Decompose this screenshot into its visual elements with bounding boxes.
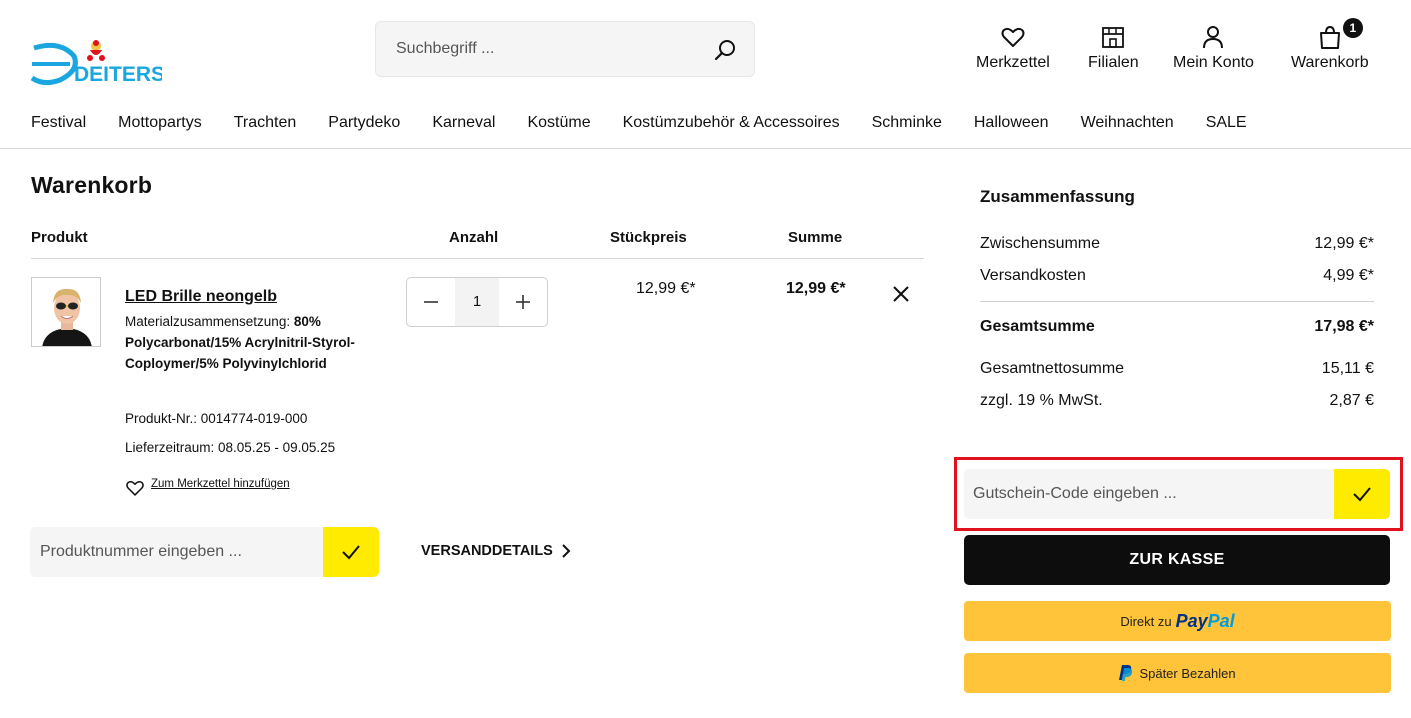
- deiters-logo[interactable]: DEITERS: [30, 38, 165, 86]
- total-label: Gesamtsumme: [980, 318, 1095, 335]
- account-header-link[interactable]: Mein Konto: [1173, 24, 1254, 72]
- shipping-cost-value: 4,99 €*: [1323, 267, 1374, 284]
- shopping-bag-icon: [1319, 25, 1340, 49]
- line-total: 12,99 €*: [786, 280, 846, 297]
- product-thumbnail[interactable]: [31, 277, 101, 347]
- increase-quantity-button[interactable]: [499, 278, 547, 326]
- decrease-quantity-button[interactable]: [407, 278, 455, 326]
- nav-item-trachten[interactable]: Trachten: [234, 114, 297, 132]
- unit-price: 12,99 €*: [636, 280, 696, 297]
- pay-later-label: Später Bezahlen: [1139, 665, 1236, 681]
- summary-divider: [980, 301, 1374, 302]
- total-row: Gesamtsumme 17,98 €*: [980, 318, 1374, 336]
- product-material: Materialzusammensetzung: 80% Polycarbona…: [125, 311, 355, 374]
- wishlist-label: Merkzettel: [976, 54, 1050, 71]
- vat-row: zzgl. 19 % MwSt. 2,87 €: [980, 392, 1374, 410]
- product-number: Produkt-Nr.: 0014774-019-000: [125, 411, 308, 426]
- heart-icon: [1001, 27, 1025, 47]
- nav-item-halloween[interactable]: Halloween: [974, 114, 1049, 132]
- net-total-value: 15,11 €: [1321, 360, 1374, 377]
- account-label: Mein Konto: [1173, 54, 1254, 71]
- quantity-value[interactable]: 1: [455, 278, 499, 326]
- product-name-link[interactable]: LED Brille neongelb: [125, 288, 277, 306]
- subtotal-value: 12,99 €*: [1314, 235, 1374, 252]
- paypal-express-button[interactable]: Direkt zu Pay Pal: [964, 601, 1391, 641]
- net-total-label: Gesamtnettosumme: [980, 360, 1125, 377]
- product-number-form: [30, 527, 379, 577]
- remove-item-icon[interactable]: [890, 283, 912, 305]
- nav-item-weihnachten[interactable]: Weihnachten: [1081, 114, 1174, 132]
- search-icon[interactable]: [712, 36, 740, 64]
- material-label: Materialzusammensetzung:: [125, 314, 291, 329]
- net-total-row: Gesamtnettosumme 15,11 €: [980, 360, 1374, 378]
- wishlist-header-link[interactable]: Merkzettel: [976, 24, 1050, 72]
- cart-count-badge: 1: [1342, 18, 1363, 38]
- search-input[interactable]: [396, 22, 696, 76]
- add-to-wishlist-label: Zum Merkzettel hinzufügen: [151, 478, 290, 490]
- cart-label: Warenkorb: [1291, 54, 1369, 71]
- shipping-cost-row: Versandkosten 4,99 €*: [980, 267, 1374, 285]
- summary-title: Zusammenfassung: [980, 187, 1135, 206]
- coupon-form: [964, 469, 1390, 519]
- nav-item-schminke[interactable]: Schminke: [872, 114, 942, 132]
- shipping-cost-label: Versandkosten: [980, 267, 1086, 284]
- nav-item-partydeko[interactable]: Partydeko: [328, 114, 400, 132]
- total-value: 17,98 €*: [1314, 318, 1374, 335]
- subtotal-row: Zwischensumme 12,99 €*: [980, 235, 1374, 253]
- nav-item-karneval[interactable]: Karneval: [432, 114, 495, 132]
- paypal-logo-pal: Pal: [1207, 610, 1235, 631]
- product-number-input[interactable]: [40, 527, 320, 577]
- shipping-details-link[interactable]: VERSANDDETAILS: [421, 543, 571, 559]
- nav-item-mottopartys[interactable]: Mottopartys: [118, 114, 202, 132]
- add-to-wishlist-link[interactable]: Zum Merkzettel hinzufügen: [125, 470, 290, 498]
- nav-item-kostuemzubehoer[interactable]: Kostümzubehör & Accessoires: [623, 114, 840, 132]
- minus-icon: [424, 301, 438, 303]
- checkmark-icon: [1353, 487, 1371, 502]
- stores-label: Filialen: [1088, 54, 1139, 71]
- column-header-product: Produkt: [31, 229, 88, 246]
- subtotal-label: Zwischensumme: [980, 235, 1101, 252]
- nav-item-festival[interactable]: Festival: [31, 114, 86, 132]
- paypal-pay-later-button[interactable]: Später Bezahlen: [964, 653, 1391, 693]
- delivery-period: Lieferzeitraum: 08.05.25 - 09.05.25: [125, 440, 336, 455]
- nav-item-kostueme[interactable]: Kostüme: [527, 114, 590, 132]
- chevron-right-icon: [562, 544, 571, 558]
- page-title: Warenkorb: [31, 172, 153, 198]
- coupon-code-input[interactable]: [973, 469, 1323, 519]
- coupon-submit-button[interactable]: [1334, 469, 1390, 519]
- quantity-stepper: 1: [406, 277, 548, 327]
- search-bar[interactable]: [375, 21, 755, 77]
- nav-item-sale[interactable]: SALE: [1206, 114, 1247, 132]
- column-header-unit-price: Stückpreis: [610, 229, 687, 246]
- vat-value: 2,87 €: [1329, 392, 1374, 409]
- paypal-icon: [1119, 665, 1133, 681]
- vat-label: zzgl. 19 % MwSt.: [980, 392, 1103, 409]
- paypal-logo-pay: Pay: [1175, 610, 1208, 631]
- column-header-sum: Summe: [788, 229, 843, 246]
- main-navigation: Festival Mottopartys Trachten Partydeko …: [31, 114, 1279, 132]
- product-number-submit-button[interactable]: [323, 527, 379, 577]
- cart-header-link[interactable]: 1 Warenkorb: [1291, 18, 1369, 72]
- column-header-quantity: Anzahl: [449, 229, 499, 246]
- shipping-details-label: VERSANDDETAILS: [421, 543, 553, 559]
- stores-header-link[interactable]: Filialen: [1088, 24, 1139, 72]
- user-icon: [1203, 26, 1224, 49]
- plus-icon: [516, 295, 530, 309]
- paypal-prefix: Direkt zu: [1120, 613, 1172, 629]
- table-header-divider: [31, 258, 924, 259]
- nav-divider: [0, 148, 1411, 149]
- checkmark-icon: [342, 545, 360, 560]
- logo-text: DEITERS: [74, 63, 162, 86]
- heart-icon: [126, 480, 144, 496]
- store-icon: [1102, 27, 1125, 48]
- checkout-button[interactable]: ZUR KASSE: [964, 535, 1390, 585]
